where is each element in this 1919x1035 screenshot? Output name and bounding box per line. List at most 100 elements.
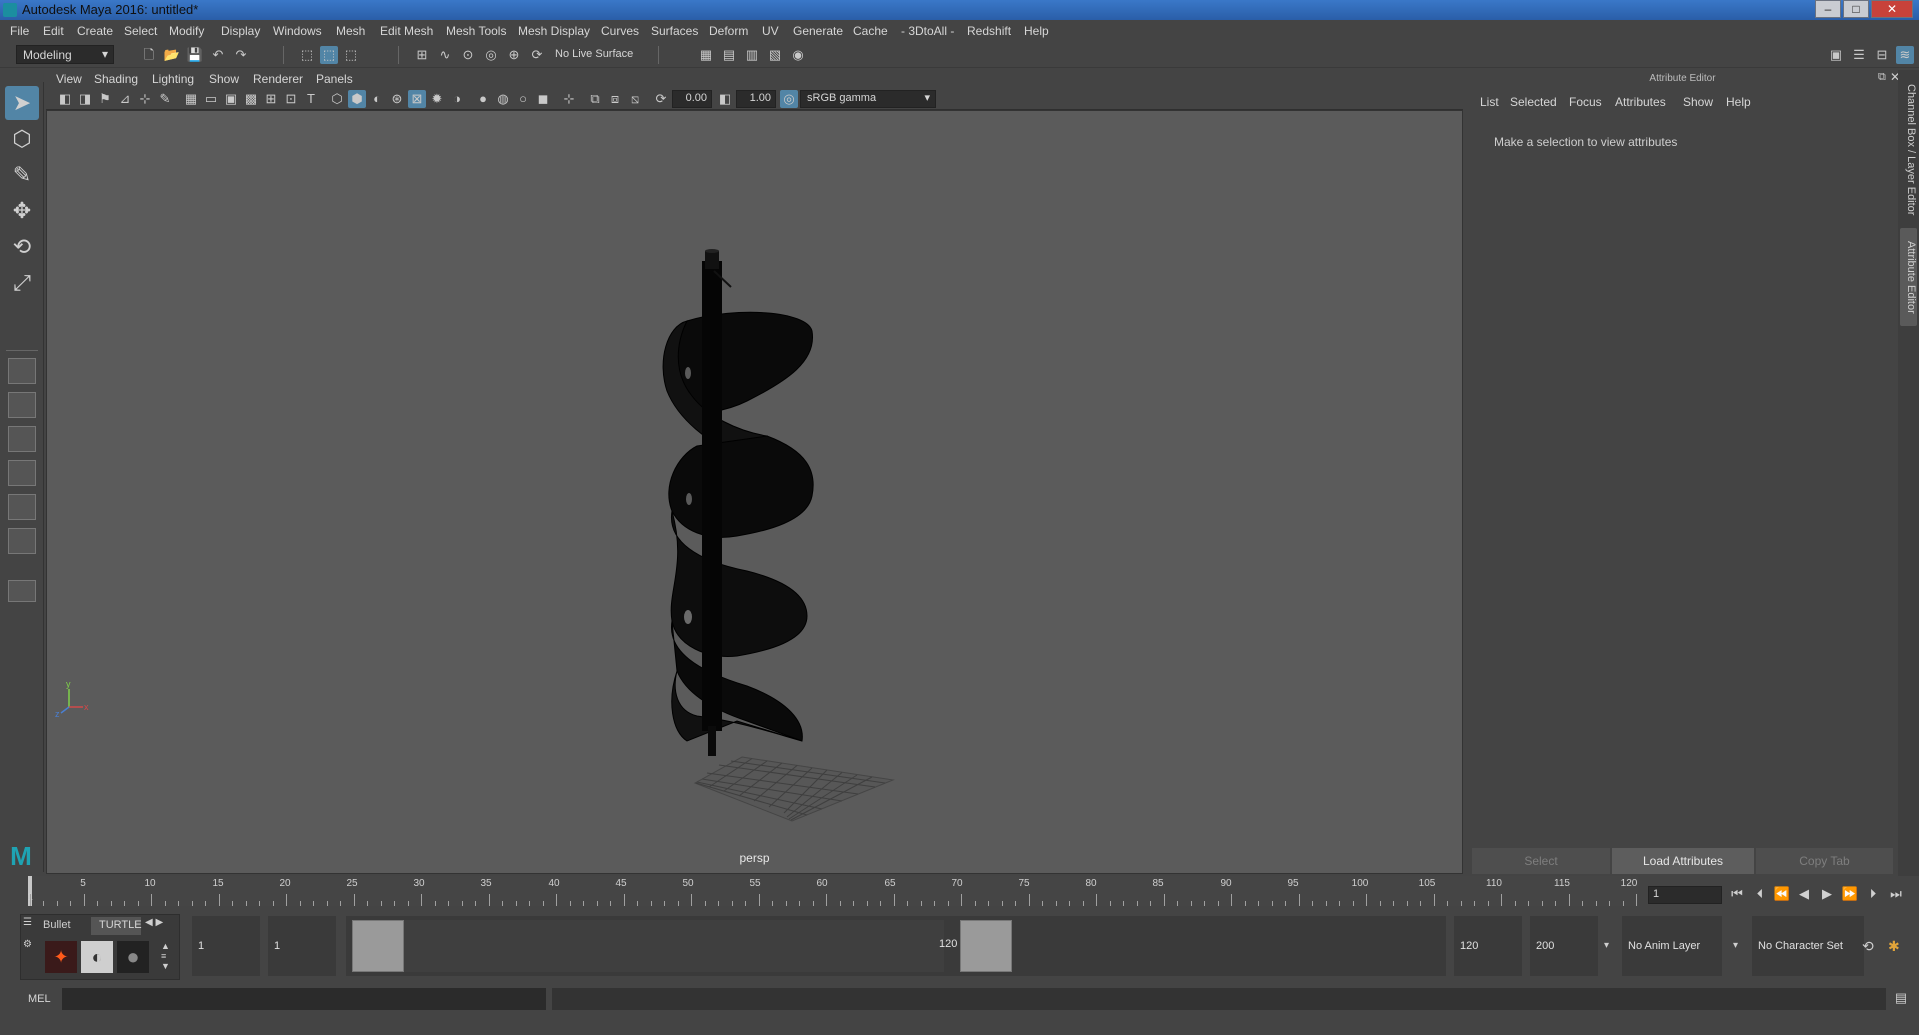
playback-start-field[interactable]: 1 [268,916,336,976]
menu-create[interactable]: Create [77,24,113,38]
perspective-viewport[interactable]: y x z persp [46,110,1463,874]
move-tool-icon[interactable]: ✥ [5,194,39,228]
attr-menu-show[interactable]: Show [1683,95,1713,109]
shelf-spinner-icon[interactable]: ▲ ≡ ▼ [161,941,170,971]
range-slider-bar[interactable] [404,920,944,972]
copy-tab-button[interactable]: Copy Tab [1756,848,1893,874]
camera-attributes-icon[interactable]: ◨ [76,90,94,108]
playback-end-field[interactable]: 120 [1454,916,1522,976]
open-scene-icon[interactable]: 📂 [163,46,181,64]
lasso-tool-icon[interactable]: ⬡ [5,122,39,156]
menu-mesh-display[interactable]: Mesh Display [518,24,590,38]
film-gate-icon[interactable]: ▭ [202,90,220,108]
current-frame-field[interactable]: 1 [1648,886,1722,904]
persp-outliner-layout-icon[interactable] [8,426,36,452]
go-to-start-icon[interactable]: ⏮ [1727,884,1747,904]
wireframe-icon[interactable]: ⬡ [328,90,346,108]
exposure-field[interactable]: 0.00 [672,90,712,108]
field-chart-icon[interactable]: ⊞ [262,90,280,108]
smooth-shade-icon[interactable]: ⬢ [348,90,366,108]
custom-layout-icon[interactable] [8,580,36,602]
step-forward-frame-icon[interactable]: ⏵ [1863,884,1883,904]
start-time-field[interactable]: 1 [192,916,260,976]
select-by-object-icon[interactable]: ⬚ [320,46,338,64]
snap-view-plane-icon[interactable]: ◎ [482,46,500,64]
maximize-button[interactable]: □ [1843,0,1869,18]
select-tool-icon[interactable]: ➤ [5,86,39,120]
panel-menu-show[interactable]: Show [209,72,239,86]
resolution-gate-icon[interactable]: ▣ [222,90,240,108]
render-settings-icon[interactable]: ▦ [697,46,715,64]
workspace-icon[interactable]: ▣ [1827,46,1845,64]
range-slider-track[interactable]: 1 120 [346,916,1446,976]
menu-uv[interactable]: UV [762,24,779,38]
panel-menu-panels[interactable]: Panels [316,72,353,86]
single-perspective-layout-icon[interactable] [8,358,36,384]
bookmark-icon[interactable]: ⚑ [96,90,114,108]
attr-menu-attributes[interactable]: Attributes [1615,95,1666,109]
render-view-icon[interactable]: ▧ [766,46,784,64]
image-plane-icon[interactable]: ⊿ [116,90,134,108]
shelf-tab-bullet[interactable]: Bullet [39,917,91,935]
chevron-down-icon[interactable]: ▾ [1733,940,1738,951]
menu-mesh[interactable]: Mesh [336,24,365,38]
gate-mask-icon[interactable]: ▩ [242,90,260,108]
menu-mesh-tools[interactable]: Mesh Tools [446,24,506,38]
color-management-icon[interactable]: ◎ [780,90,798,108]
use-all-lights-icon[interactable]: ✹ [428,90,446,108]
panel-menu-view[interactable]: View [56,72,82,86]
menu-curves[interactable]: Curves [601,24,639,38]
render-frame-icon[interactable]: ▤ [720,46,738,64]
wireframe-on-shaded-icon[interactable]: ⊛ [388,90,406,108]
script-editor-icon[interactable]: ▤ [1892,990,1910,1008]
anim-layer-dropdown[interactable]: No Anim Layer [1622,916,1722,976]
attr-menu-focus[interactable]: Focus [1569,95,1602,109]
menu-file[interactable]: File [10,24,29,38]
go-to-end-icon[interactable]: ⏭ [1886,884,1906,904]
outliner-persp-layout-icon[interactable] [8,494,36,520]
snap-point-icon[interactable]: ⊙ [459,46,477,64]
hypershade-layout-icon[interactable] [8,528,36,554]
textured-icon[interactable]: ⊠ [408,90,426,108]
select-button[interactable]: Select [1472,848,1610,874]
attr-menu-help[interactable]: Help [1726,95,1751,109]
panel-menu-renderer[interactable]: Renderer [253,72,303,86]
anti-aliasing-icon[interactable]: ○ [514,90,532,108]
rotate-tool-icon[interactable]: ⟲ [5,230,39,264]
turtle-shader-icon[interactable]: ● [117,941,149,973]
xray-joints-icon[interactable]: ⧈ [606,90,624,108]
shelf-tab-turtle[interactable]: TURTLE [91,917,142,935]
screen-space-ao-icon[interactable]: ● [474,90,492,108]
make-live-icon[interactable]: ⊕ [505,46,523,64]
hypershade-icon[interactable]: ◉ [789,46,807,64]
shelf-menu-icon[interactable]: ☰ ⚙ [23,917,37,977]
snap-curve-icon[interactable]: ∿ [436,46,454,64]
command-language-label[interactable]: MEL [28,993,51,1005]
gamma-icon[interactable]: ◧ [716,90,734,108]
end-time-field[interactable]: 200 [1530,916,1598,976]
time-slider-ruler[interactable]: 1 5 10 15 20 25 30 35 40 45 50 55 60 65 … [27,876,1638,906]
step-back-key-icon[interactable]: ⏪ [1772,884,1792,904]
new-scene-icon[interactable]: 🗋 [140,46,158,64]
xray-icon[interactable]: ⧉ [586,90,604,108]
auto-key-icon[interactable]: ⟲ [1862,938,1882,958]
step-back-frame-icon[interactable]: ⏴ [1750,884,1770,904]
view-transform-dropdown[interactable]: sRGB gamma ▾ [800,90,936,108]
undo-icon[interactable]: ↶ [209,46,227,64]
chevron-down-icon[interactable]: ▾ [1604,940,1609,951]
menu-redshift[interactable]: Redshift [967,24,1011,38]
redo-icon[interactable]: ↷ [232,46,250,64]
command-input[interactable] [62,988,546,1010]
select-by-hierarchy-icon[interactable]: ⬚ [298,46,316,64]
menu-display[interactable]: Display [221,24,260,38]
menu-select[interactable]: Select [124,24,157,38]
motion-blur-icon[interactable]: ◍ [494,90,512,108]
load-attributes-button[interactable]: Load Attributes [1612,848,1754,874]
range-end-handle[interactable] [960,920,1012,972]
minimize-button[interactable]: – [1815,0,1841,18]
exposure-icon[interactable]: ⟳ [652,90,670,108]
float-panel-icon[interactable]: ⧉ [1878,71,1886,84]
step-forward-key-icon[interactable]: ⏩ [1840,884,1860,904]
menu-cache[interactable]: Cache [853,24,888,38]
gamma-field[interactable]: 1.00 [736,90,776,108]
